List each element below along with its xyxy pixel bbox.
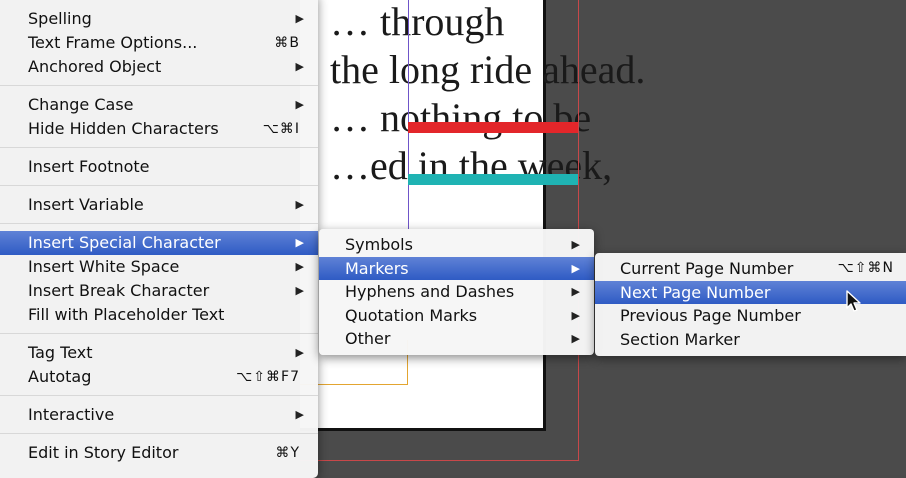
teal-graphic-bar (408, 174, 578, 185)
menu-item-interactive[interactable]: Interactive ▶ (0, 403, 318, 427)
menu-item-label: Spelling (28, 9, 92, 28)
menu-separator (0, 333, 318, 334)
menu-item-insert-white-space[interactable]: Insert White Space ▶ (0, 255, 318, 279)
menu-separator (0, 147, 318, 148)
menu-item-label: Autotag (28, 367, 92, 386)
submenu-arrow-icon: ▶ (295, 346, 304, 359)
menu-item-label: Insert Footnote (28, 157, 150, 176)
red-graphic-bar (408, 122, 578, 133)
menu-item-spelling[interactable]: Spelling ▶ (0, 7, 318, 31)
menu-separator (0, 85, 318, 86)
menu-item-insert-variable[interactable]: Insert Variable ▶ (0, 193, 318, 217)
menu-item-hyphens-and-dashes[interactable]: Hyphens and Dashes ▶ (319, 280, 594, 304)
story-line: … through (330, 0, 505, 44)
menu-item-markers[interactable]: Markers ▶ (319, 256, 594, 280)
menu-separator (0, 395, 318, 396)
menu-item-other[interactable]: Other ▶ (319, 327, 594, 351)
menu-item-label: Symbols (345, 235, 413, 254)
arrow-cursor-icon (846, 290, 861, 312)
submenu-arrow-icon: ▶ (571, 308, 580, 322)
menu-item-label: Previous Page Number (620, 306, 801, 325)
menu-item-quotation-marks[interactable]: Quotation Marks ▶ (319, 304, 594, 328)
submenu-arrow-icon: ▶ (295, 98, 304, 111)
menu-item-label: Hide Hidden Characters (28, 119, 219, 138)
story-line: … nothing to be (330, 95, 592, 140)
menu-separator (0, 223, 318, 224)
menu-item-label: Insert Special Character (28, 233, 221, 252)
submenu-arrow-icon: ▶ (571, 238, 580, 251)
menu-item-label: Insert Break Character (28, 281, 210, 300)
menu-item-hide-hidden-characters[interactable]: Hide Hidden Characters ⌥⌘I (0, 117, 318, 141)
submenu-arrow-icon: ▶ (571, 261, 580, 275)
menu-item-edit-in-story-editor[interactable]: Edit in Story Editor ⌘Y (0, 441, 318, 465)
submenu-arrow-icon: ▶ (295, 284, 304, 297)
menu-item-autotag[interactable]: Autotag ⌥⇧⌘F7 (0, 365, 318, 389)
menu-item-shortcut: ⌘B (274, 35, 300, 51)
menu-item-label: Quotation Marks (345, 305, 478, 325)
menu-item-symbols[interactable]: Symbols ▶ (319, 233, 594, 257)
menu-separator (0, 433, 318, 434)
menu-item-insert-special-character[interactable]: Insert Special Character ▶ (0, 231, 318, 255)
bleed-guide-bottom (300, 460, 579, 461)
menu-item-current-page-number[interactable]: Current Page Number ⌥⇧⌘N (595, 257, 906, 281)
menu-item-label: Current Page Number (620, 259, 794, 278)
menu-item-label: Text Frame Options... (28, 33, 198, 52)
menu-item-shortcut: ⌘Y (275, 445, 300, 461)
submenu-arrow-icon: ▶ (571, 285, 580, 298)
menu-item-label: Markers (345, 258, 409, 278)
menu-item-insert-footnote[interactable]: Insert Footnote (0, 155, 318, 179)
menu-item-label: Section Marker (620, 329, 740, 349)
menu-item-insert-break-character[interactable]: Insert Break Character ▶ (0, 279, 318, 303)
submenu-arrow-icon: ▶ (295, 260, 304, 273)
menu-item-label: Change Case (28, 95, 134, 114)
story-text: … through the long ride ahead. … nothing… (330, 0, 690, 190)
menu-item-shortcut: ⌥⌘I (262, 121, 300, 137)
menu-item-label: Fill with Placeholder Text (28, 305, 225, 324)
menu-item-label: Edit in Story Editor (28, 443, 179, 462)
menu-separator (0, 185, 318, 186)
submenu-arrow-icon: ▶ (295, 198, 304, 211)
menu-item-label: Anchored Object (28, 57, 162, 76)
context-menu: Spelling ▶ Text Frame Options... ⌘B Anchored… (0, 0, 318, 478)
submenu-arrow-icon: ▶ (571, 332, 580, 345)
menu-item-tag-text[interactable]: Tag Text ▶ (0, 341, 318, 365)
menu-item-label: Interactive (28, 405, 115, 424)
menu-item-fill-with-placeholder-text[interactable]: Fill with Placeholder Text (0, 303, 318, 327)
menu-item-shortcut: ⌥⇧⌘N (837, 260, 894, 276)
menu-item-text-frame-options[interactable]: Text Frame Options... ⌘B (0, 31, 318, 55)
menu-item-label: Tag Text (28, 343, 93, 362)
submenu-arrow-icon: ▶ (295, 60, 304, 73)
menu-item-label: Insert Variable (28, 195, 144, 214)
menu-item-label: Insert White Space (28, 257, 180, 276)
submenu-arrow-icon: ▶ (295, 12, 304, 25)
story-line: the long ride ahead. (330, 47, 646, 92)
menu-item-change-case[interactable]: Change Case ▶ (0, 93, 318, 117)
menu-item-section-marker[interactable]: Section Marker (595, 328, 906, 352)
menu-item-label: Other (345, 329, 391, 348)
menu-item-shortcut: ⌥⇧⌘F7 (236, 369, 300, 385)
document-page: … through the long ride ahead. … nothing… (300, 0, 645, 431)
margin-guide (408, 0, 409, 230)
menu-item-label: Hyphens and Dashes (345, 282, 515, 301)
menu-item-anchored-object[interactable]: Anchored Object ▶ (0, 55, 318, 79)
special-character-submenu: Symbols ▶ Markers ▶ Hyphens and Dashes ▶ Quota… (319, 229, 594, 355)
menu-item-label: Next Page Number (620, 282, 771, 302)
submenu-arrow-icon: ▶ (295, 236, 304, 249)
submenu-arrow-icon: ▶ (295, 408, 304, 421)
